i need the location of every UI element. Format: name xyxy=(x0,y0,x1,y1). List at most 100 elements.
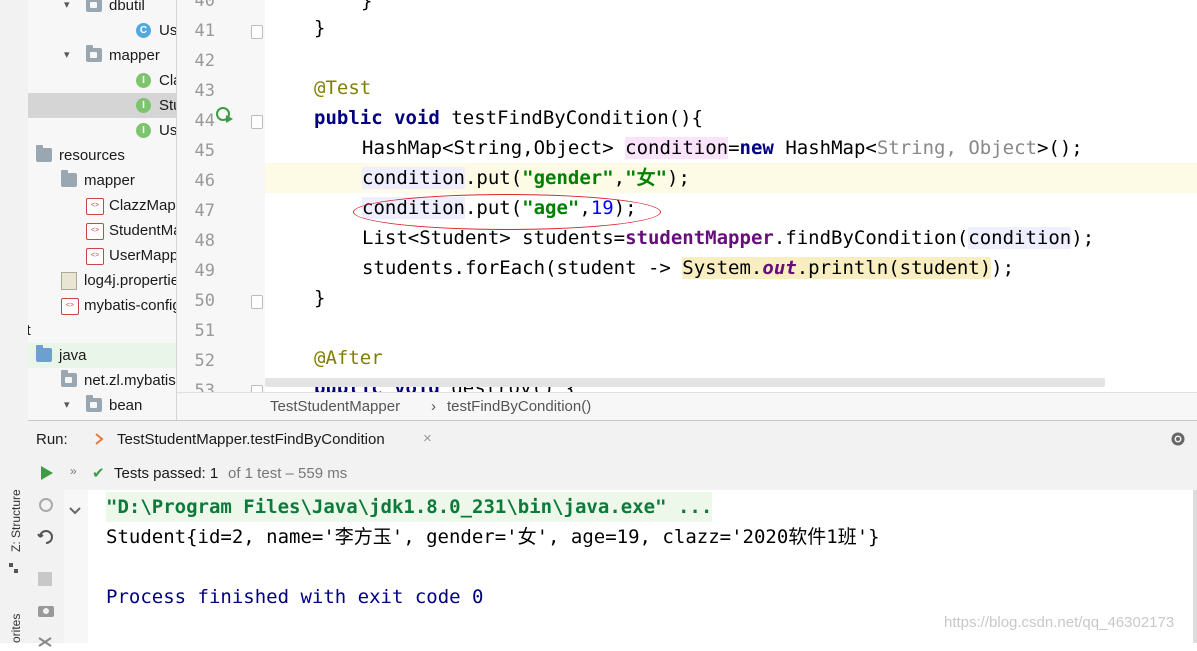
line-number: 42 xyxy=(194,51,215,71)
line-number: 41 xyxy=(194,21,215,41)
run-tab-title[interactable]: TestStudentMapper.testFindByCondition xyxy=(117,431,385,448)
camera-icon[interactable] xyxy=(37,602,55,622)
watermark-text: https://blog.csdn.net/qq_46302173 xyxy=(944,614,1175,631)
tests-passed-check-icon: ✔ xyxy=(92,465,105,482)
source-folder-icon xyxy=(36,345,52,362)
breadcrumb-class[interactable]: TestStudentMapper xyxy=(270,398,400,415)
folder-icon xyxy=(61,170,77,187)
xml-file-icon: <> xyxy=(86,223,104,240)
breadcrumb: TestStudentMapper › testFindByCondition(… xyxy=(177,392,1197,421)
rerun-failed-icon[interactable] xyxy=(37,496,55,518)
tree-item-clazzmap[interactable]: I ClazzMap xyxy=(28,68,176,93)
fold-marker-icon[interactable] xyxy=(251,115,263,129)
tests-detail-text: of 1 test – 559 ms xyxy=(228,465,348,482)
tree-item-studentm[interactable]: I StudentM xyxy=(28,93,176,118)
package-icon xyxy=(86,395,102,412)
close-tab-icon[interactable]: × xyxy=(423,430,432,447)
editor-horizontal-scrollbar[interactable] xyxy=(265,378,1105,387)
breadcrumb-separator: › xyxy=(431,398,436,415)
stop-icon[interactable] xyxy=(38,572,52,586)
tree-item-log4j-properties[interactable]: log4j.properties xyxy=(28,268,176,293)
console-line-command: "D:\Program Files\Java\jdk1.8.0_231\bin\… xyxy=(106,492,713,522)
console-gutter xyxy=(64,490,89,643)
test-config-icon xyxy=(92,431,106,447)
tree-item-label: ClazzMap xyxy=(159,72,176,89)
expand-arrow-icon[interactable]: ▾ xyxy=(64,50,74,61)
code-line-49: students.forEach(student -> System.out.p… xyxy=(362,257,1015,279)
tree-item-mapper[interactable]: ▾ mapper xyxy=(28,43,176,68)
tree-item-net-zl-mybatis[interactable]: net.zl.mybatis xyxy=(28,368,176,393)
toggle-auto-test-icon[interactable] xyxy=(37,528,55,550)
line-number: 43 xyxy=(194,81,215,101)
rerun-icon[interactable] xyxy=(40,465,54,485)
line-number: 47 xyxy=(194,201,215,221)
xml-file-icon: <> xyxy=(86,248,104,265)
structure-tool-button[interactable]: Z: Structure xyxy=(9,489,23,552)
code-line-50: } xyxy=(314,287,326,309)
tree-item-label: StudentM xyxy=(159,97,176,114)
editor-gutter: 40 41 42 43 44 45 46 47 48 49 50 51 52 53 xyxy=(177,0,289,401)
line-number: 44 xyxy=(194,111,215,131)
tree-item-label: mybatis-config.x xyxy=(84,297,176,314)
tests-passed-text: Tests passed: 1 xyxy=(114,465,219,482)
tree-item-label: ClazzMapper xyxy=(109,197,176,214)
fold-marker-icon[interactable] xyxy=(251,25,263,39)
run-label: Run: xyxy=(36,431,68,448)
tree-item-usermapper[interactable]: <> UserMapper xyxy=(28,243,176,268)
line-number: 40 xyxy=(194,0,215,11)
settings-gear-icon[interactable] xyxy=(1169,430,1187,452)
tree-item-mapper[interactable]: mapper xyxy=(28,168,176,193)
line-number: 51 xyxy=(194,321,215,341)
code-line-52: @After xyxy=(314,347,383,369)
expand-arrow-icon[interactable]: ▾ xyxy=(64,400,74,411)
tree-item-userdata[interactable]: C UserData xyxy=(28,18,176,43)
expand-arrow-icon[interactable]: ▾ xyxy=(64,0,74,11)
interface-icon: I xyxy=(136,73,151,88)
tree-item-label: UserMapper xyxy=(109,247,176,264)
code-line-45: HashMap<String,Object> condition=new Has… xyxy=(362,137,1083,159)
tree-item-clazzmapper[interactable]: <> ClazzMapper xyxy=(28,193,176,218)
tree-item-java[interactable]: java xyxy=(28,343,176,368)
interface-icon: I xyxy=(136,123,151,138)
tree-item-label: net.zl.mybatis xyxy=(84,372,176,389)
fold-marker-icon[interactable] xyxy=(251,295,263,309)
close-run-icon[interactable] xyxy=(38,632,52,651)
expand-chevron-icon[interactable]: » xyxy=(70,464,77,478)
xml-file-icon: <> xyxy=(86,198,104,215)
line-number: 49 xyxy=(194,261,215,281)
tree-item-label: st xyxy=(28,318,31,343)
tree-item-bean[interactable]: ▾ bean xyxy=(28,393,176,418)
package-icon xyxy=(86,45,102,62)
tree-item-label: UserMap xyxy=(159,122,176,139)
tree-item-label: UserData xyxy=(159,22,176,39)
tree-item-dbutil[interactable]: ▾ dbutil xyxy=(28,0,176,18)
folder-icon xyxy=(36,145,52,162)
tree-item-resources[interactable]: resources xyxy=(28,143,176,168)
line-number: 48 xyxy=(194,231,215,251)
code-line-44: public void testFindByCondition(){ xyxy=(314,107,703,129)
favorites-tool-button[interactable]: orites xyxy=(9,614,23,643)
tree-item-st[interactable]: st xyxy=(28,318,176,343)
console-scrollbar[interactable] xyxy=(1193,490,1197,643)
tree-item-label: resources xyxy=(59,147,125,164)
properties-file-icon xyxy=(61,272,77,290)
code-editor[interactable]: } } @Test public void testFindByConditio… xyxy=(265,0,1197,392)
left-tool-strip: Z: Structure orites xyxy=(0,0,29,643)
tree-item-label: StudentMap xyxy=(109,222,176,239)
collapse-chevron-icon[interactable] xyxy=(69,500,81,519)
run-panel-header: Run: TestStudentMapper.testFindByConditi… xyxy=(28,420,1197,458)
code-line-43: @Test xyxy=(314,77,372,99)
line-number: 46 xyxy=(194,171,215,191)
line-number: 50 xyxy=(194,291,215,311)
breadcrumb-method[interactable]: testFindByCondition() xyxy=(447,398,591,415)
console-line-exit: Process finished with exit code 0 xyxy=(106,586,484,608)
tree-item-label: mapper xyxy=(109,47,160,64)
line-number: 52 xyxy=(194,351,215,371)
tree-item-mybatis-config-x[interactable]: <> mybatis-config.x xyxy=(28,293,176,318)
package-icon xyxy=(61,370,77,387)
tree-item-studentmap[interactable]: <> StudentMap xyxy=(28,218,176,243)
tree-item-usermap[interactable]: I UserMap xyxy=(28,118,176,143)
run-test-icon[interactable] xyxy=(215,106,235,130)
